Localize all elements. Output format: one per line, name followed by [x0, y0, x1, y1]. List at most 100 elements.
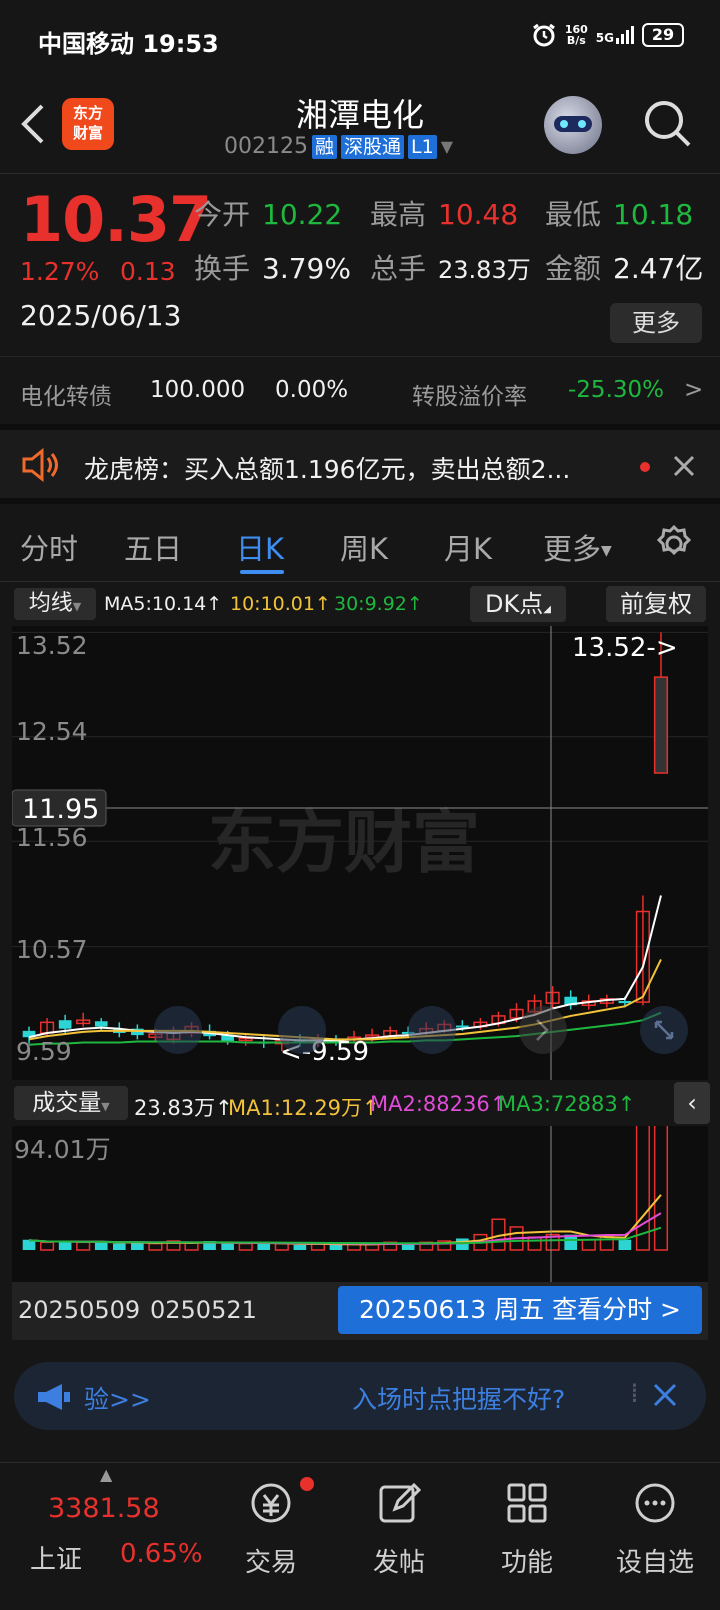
- volume-cell: 总手 23.83万: [370, 252, 531, 285]
- promo-banner[interactable]: 验>> 入场时点把握不好? ⁞: [14, 1362, 706, 1430]
- ma-toggle[interactable]: 均线▼: [14, 588, 96, 620]
- bond-price: 100.000: [150, 377, 246, 403]
- volume-bar: [581, 1239, 596, 1251]
- tab-intraday[interactable]: 分时: [20, 526, 78, 568]
- convertible-bond-row[interactable]: 电化转债 100.000 0.00% 转股溢价率 -25.30% >: [0, 356, 720, 424]
- volume-value: 23.83万↑: [134, 1096, 233, 1120]
- volume-bar: [329, 1244, 343, 1250]
- carrier-time: 中国移动 19:53: [38, 30, 219, 58]
- adjust-button[interactable]: 前复权: [606, 586, 706, 622]
- index-name[interactable]: 上证: [30, 1539, 82, 1576]
- megaphone-icon: [38, 1384, 70, 1410]
- kline-svg: 东方财富 13.52 12.54 11.56 10.57 9.59 11.95 …: [12, 626, 708, 1080]
- net-speed: 160 B/s: [564, 23, 588, 47]
- stock-code-row[interactable]: 002125 融 深股通 L1 ▼: [224, 134, 453, 159]
- nav-functions[interactable]: 功能: [482, 1481, 572, 1579]
- index-pct[interactable]: 0.65%: [120, 1539, 203, 1569]
- chart-nav-buttons: [154, 1006, 688, 1054]
- volume-bar: [40, 1241, 55, 1251]
- close-icon[interactable]: [672, 454, 696, 478]
- close-icon[interactable]: [652, 1382, 678, 1408]
- volume-bar: [527, 1236, 542, 1251]
- change-amount: 0.13: [120, 257, 176, 286]
- active-tab-indicator: [240, 570, 284, 574]
- notice-text: 龙虎榜：买入总额1.196亿元，卖出总额2...: [84, 455, 571, 484]
- volume-bar: [618, 1239, 632, 1250]
- ma30-value: 30:9.92↑: [334, 593, 423, 615]
- nav-add-watchlist[interactable]: 设自选: [610, 1481, 700, 1579]
- unread-dot: [640, 462, 650, 472]
- gear-icon[interactable]: [654, 524, 694, 564]
- battery-icon: 29: [642, 23, 684, 47]
- signal-icon: 5G: [596, 26, 634, 44]
- alarm-icon: [532, 23, 555, 47]
- tab-5day[interactable]: 五日: [124, 526, 182, 568]
- speaker-icon: [22, 448, 58, 482]
- volume-chart[interactable]: 94.01万: [12, 1126, 708, 1282]
- chevron-down-icon: ▼: [440, 137, 454, 156]
- volume-svg: 94.01万: [14, 1126, 669, 1282]
- period-tabs: 分时 五日 日K 周K 月K 更多▼: [0, 504, 720, 582]
- trade-icon: [251, 1483, 291, 1523]
- stock-header: 东方财富 湘潭电化 002125 融 深股通 L1 ▼: [0, 84, 720, 174]
- volume-bar: [76, 1241, 91, 1251]
- candle-body: [618, 1001, 632, 1004]
- vol-ma3: MA3:72883↑: [498, 1092, 636, 1116]
- volume-bar: [221, 1243, 234, 1250]
- max-price-marker: 13.52->: [572, 633, 678, 663]
- y-label-3: 11.56: [16, 823, 88, 852]
- ma5-value: MA5:10.14↑: [104, 593, 223, 615]
- bond-name: 电化转债: [20, 384, 112, 410]
- more-dots-icon: [635, 1483, 675, 1523]
- edit-icon: [379, 1482, 422, 1523]
- vol-ma1: MA1:12.29万↑: [228, 1096, 380, 1120]
- more-button[interactable]: 更多: [610, 303, 702, 343]
- ma-toolbar: 均线▼ MA5:10.14↑ 10:10.01↑ 30:9.92↑ DK点◢ 前…: [0, 584, 720, 624]
- robot-avatar-icon[interactable]: [544, 96, 602, 154]
- y-label-4: 10.57: [16, 935, 88, 964]
- volume-bar: [293, 1244, 307, 1250]
- y-label-2: 12.54: [16, 717, 88, 746]
- volume-indicator-toggle[interactable]: 成交量▼: [14, 1086, 128, 1120]
- index-value[interactable]: 3381.58: [48, 1493, 160, 1524]
- collapse-panel-button[interactable]: ‹: [674, 1082, 710, 1124]
- change-pct: 1.27%: [20, 257, 100, 286]
- notice-bar[interactable]: 龙虎榜：买入总额1.196亿元，卖出总额2...: [0, 424, 720, 504]
- y-label-1: 13.52: [16, 631, 88, 660]
- watermark: 东方财富: [208, 804, 480, 883]
- kline-chart[interactable]: 东方财富 13.52 12.54 11.56 10.57 9.59 11.95 …: [12, 626, 708, 1080]
- bottom-nav: 3381.58 上证 0.65% ▲ 交易 发帖 功能 设自选: [0, 1462, 720, 1610]
- search-icon[interactable]: [642, 98, 694, 150]
- open-cell: 今开 10.22: [194, 198, 343, 231]
- volume-toolbar: 成交量▼ 23.83万↑ MA1:12.29万↑ MA2:88236↑ MA3:…: [0, 1080, 720, 1126]
- ma5-line: [28, 895, 662, 1042]
- volume-bar: [112, 1243, 126, 1250]
- tag-level: L1: [408, 134, 437, 159]
- nav-post[interactable]: 发帖: [354, 1481, 444, 1579]
- tab-monthly-k[interactable]: 月K: [444, 526, 492, 568]
- promo-right-text: 入场时点把握不好?: [352, 1385, 566, 1414]
- premium-value: -25.30%: [568, 377, 664, 403]
- tab-daily-k[interactable]: 日K: [236, 526, 284, 568]
- amount-cell: 金额 2.47亿: [545, 252, 704, 285]
- chevron-right-icon: >: [684, 377, 704, 403]
- high-cell: 最高 10.48: [370, 198, 519, 231]
- zoom-out-button: [278, 1006, 326, 1054]
- scroll-right-button: [519, 1006, 567, 1054]
- stock-name: 湘潭电化: [295, 96, 424, 134]
- quote-date: 2025/06/13: [20, 299, 182, 332]
- candle-body: [94, 1021, 108, 1027]
- tab-more[interactable]: 更多▼: [543, 526, 612, 568]
- crosshair-price: 11.95: [22, 794, 99, 825]
- date-start: 20250509: [18, 1296, 141, 1324]
- dk-point-button[interactable]: DK点◢: [470, 586, 566, 622]
- volume-bar: [148, 1242, 163, 1251]
- nav-trade[interactable]: 交易: [226, 1481, 316, 1579]
- low-cell: 最低 10.18: [545, 198, 694, 231]
- volume-bar: [274, 1242, 289, 1251]
- view-intraday-button[interactable]: 20250613 周五 查看分时 >: [338, 1286, 702, 1334]
- date-mid: 0250521: [150, 1296, 257, 1324]
- zoom-in-button: [408, 1006, 456, 1054]
- premium-label: 转股溢价率: [412, 384, 527, 410]
- tab-weekly-k[interactable]: 周K: [340, 526, 388, 568]
